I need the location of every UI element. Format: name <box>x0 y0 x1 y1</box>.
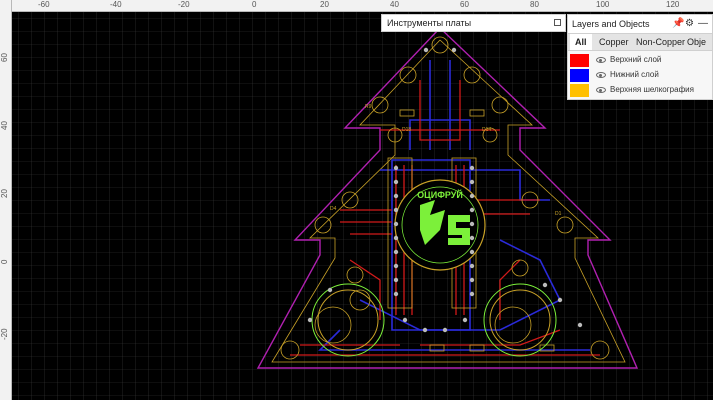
ruler-label: -60 <box>38 0 50 9</box>
eye-icon[interactable] <box>596 72 606 78</box>
ruler-label: 0 <box>252 0 257 9</box>
pin-icon[interactable]: 📌 <box>672 18 684 29</box>
gear-icon[interactable]: ⚙ <box>685 18 694 29</box>
ruler-label: -20 <box>178 0 190 9</box>
layer-row-top-silkscreen[interactable]: Верхняя шелкография <box>568 83 712 98</box>
logo-text: ОЦИФРУЙ <box>417 189 463 200</box>
ruler-label: 20 <box>320 0 329 9</box>
ruler-label: 60 <box>0 53 9 62</box>
layer-row-top[interactable]: Верхний слой <box>568 53 712 68</box>
ruler-label: 20 <box>0 189 9 198</box>
designator-r9: R9 <box>365 104 372 110</box>
layer-name: Нижний слой <box>610 70 659 79</box>
ruler-label: 80 <box>530 0 539 9</box>
eye-icon[interactable] <box>596 87 606 93</box>
ruler-horizontal: -60 -40 -20 0 20 40 60 80 100 120 <box>0 0 713 12</box>
layer-name: Верхняя шелкография <box>610 85 694 94</box>
maximize-icon[interactable] <box>554 19 561 26</box>
layers-panel: Layers and Objects 📌 ⚙ — All Copper Non-… <box>567 14 713 100</box>
ruler-label: -20 <box>0 328 9 340</box>
designator-d14: D14 <box>482 127 491 133</box>
tab-objects[interactable]: Obje <box>682 34 711 50</box>
minimize-icon[interactable]: — <box>698 18 708 29</box>
tab-copper[interactable]: Copper <box>594 34 634 50</box>
ruler-label: -40 <box>110 0 122 9</box>
designator-d1: D1 <box>555 211 562 217</box>
pcb-workspace[interactable]: ОЦИФРУЙ D18 D14 R9 D1 D4 -60 -40 -20 0 2… <box>0 0 713 400</box>
board-tools-title: Инструменты платы <box>387 18 472 28</box>
layer-color-swatch[interactable] <box>570 69 589 82</box>
ruler-label: 0 <box>0 259 9 264</box>
eye-icon[interactable] <box>596 57 606 63</box>
ruler-label: 60 <box>460 0 469 9</box>
layers-tabs: All Copper Non-Copper Obje <box>568 33 712 51</box>
layers-panel-header: Layers and Objects 📌 ⚙ — <box>568 15 712 33</box>
designator-d4: D4 <box>330 206 337 212</box>
layer-row-bottom[interactable]: Нижний слой <box>568 68 712 83</box>
tab-all[interactable]: All <box>570 34 592 50</box>
layer-name: Верхний слой <box>610 55 662 64</box>
ruler-label: 100 <box>596 0 610 9</box>
ruler-label: 40 <box>0 121 9 130</box>
ruler-vertical: 60 40 20 0 -20 <box>0 0 12 400</box>
designator-d18: D18 <box>402 127 411 133</box>
board-tools-panel[interactable]: Инструменты платы <box>381 14 566 32</box>
layers-panel-title: Layers and Objects <box>572 19 650 29</box>
ruler-label: 40 <box>390 0 399 9</box>
ruler-label: 120 <box>666 0 680 9</box>
layer-color-swatch[interactable] <box>570 54 589 67</box>
layer-color-swatch[interactable] <box>570 84 589 97</box>
